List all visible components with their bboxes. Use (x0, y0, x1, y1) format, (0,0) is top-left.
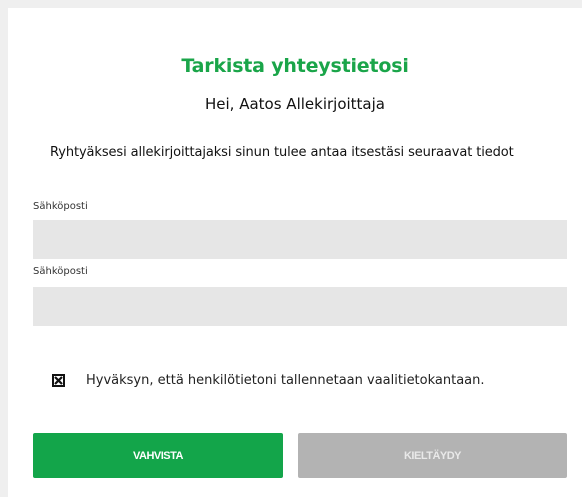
email-confirm-label: Sähköposti (33, 266, 88, 277)
consent-checkbox[interactable] (52, 374, 65, 387)
checkmark-x-icon (54, 376, 63, 385)
contact-details-card: Tarkista yhteystietosi Hei, Aatos Alleki… (8, 8, 582, 497)
email-field[interactable] (33, 220, 567, 259)
greeting-text: Hei, Aatos Allekirjoittaja (205, 95, 385, 113)
consent-row: Hyväksyn, että henkilötietoni tallenneta… (52, 373, 485, 388)
email-confirm-field[interactable] (33, 287, 567, 326)
consent-label: Hyväksyn, että henkilötietoni tallenneta… (86, 373, 485, 388)
email-label: Sähköposti (33, 201, 88, 212)
decline-button[interactable]: KIELTÄYDY (298, 433, 567, 478)
form-title: Tarkista yhteystietosi (181, 55, 409, 77)
intro-text: Ryhtyäksesi allekirjoittajaksi sinun tul… (50, 145, 514, 160)
confirm-button[interactable]: VAHVISTA (33, 433, 283, 478)
